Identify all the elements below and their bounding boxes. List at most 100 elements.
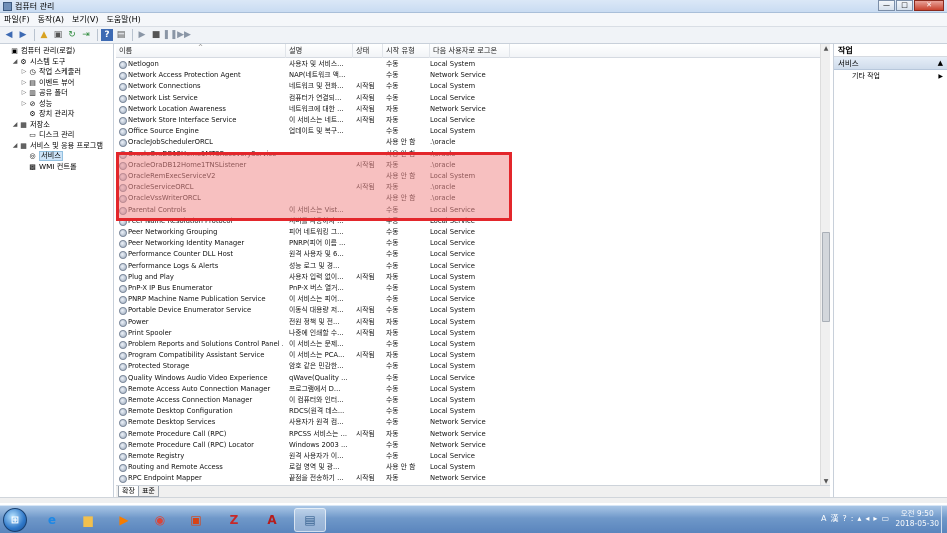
tree-node[interactable]: ◢ ⚙ 시스템 도구 [0,57,113,68]
service-row[interactable]: RPC Endpoint Mapper 끝점을 전송하기 ... 시작됨 자동 Netw… [116,473,816,484]
restart-icon[interactable]: ▶▶ [177,29,191,41]
menu-view[interactable]: 보기(V) [68,13,102,26]
column-log-on-as[interactable]: 다음 사용자로 로그온 [430,44,510,58]
tree-node[interactable]: ▷ ▥ 공유 폴더 [0,88,113,99]
service-row[interactable]: PNRP Machine Name Publication Service 이 서… [116,294,816,305]
service-row[interactable]: Protected Storage 암호 같은 민감한... 수동 Local Sys… [116,361,816,372]
service-row[interactable]: Performance Counter DLL Host 원격 사용자 및 6..… [116,249,816,260]
service-row[interactable]: Performance Logs & Alerts 성능 로그 및 경... 수동 L… [116,261,816,272]
menu-file[interactable]: 파일(F) [0,13,34,26]
scroll-up-icon[interactable]: ▲ [821,44,831,54]
export-icon[interactable]: ⇥ [80,29,92,41]
tree-node[interactable]: ▩ WMI 컨트롤 [0,162,113,173]
tray-icon[interactable]: ▸ [873,514,877,523]
pdf-taskbar-icon[interactable]: A [256,508,288,532]
tree-node[interactable]: ◎ 서비스 [0,151,113,162]
play-icon[interactable]: ▶ [136,29,148,41]
tree-node[interactable]: ▷ ▤ 이벤트 뷰어 [0,78,113,89]
start-button[interactable]: ⊞ [3,508,27,532]
chrome-taskbar-icon[interactable]: ◉ [144,508,176,532]
show-hide-tree-icon[interactable]: ▣ [52,29,64,41]
service-row[interactable]: Remote Access Auto Connection Manager 프로그… [116,384,816,395]
tray-icon[interactable]: ▭ [881,514,889,523]
column-description[interactable]: 설명 [286,44,353,58]
vertical-scrollbar[interactable]: ▲ ▼ [820,44,830,487]
expand-icon[interactable]: ◢ [11,141,19,152]
actions-section-services[interactable]: 서비스 ▲ [834,57,947,70]
up-icon[interactable]: ▲ [38,29,50,41]
service-row[interactable]: PnP-X IP Bus Enumerator PnP-X 버스 열거... 수동 L… [116,283,816,294]
window-titlebar[interactable]: 컴퓨터 관리 — □ ✕ [0,0,947,13]
column-startup-type[interactable]: 시작 유형 [383,44,430,58]
tree-node[interactable]: ▭ 디스크 관리 [0,130,113,141]
tree-node[interactable]: ◢ ▦ 저장소 [0,120,113,131]
collapse-icon[interactable]: ▲ [938,57,943,70]
maximize-button[interactable]: □ [896,0,913,11]
service-row[interactable]: Network Location Awareness 네트워크에 대한 ... 시작… [116,104,816,115]
service-row[interactable]: Peer Networking Identity Manager PNRP(피어 … [116,238,816,249]
tray-icon[interactable]: A [821,514,826,523]
service-row[interactable]: Remote Access Connection Manager 이 컴퓨터와 인… [116,395,816,406]
actions-more[interactable]: 기타 작업 ▶ [834,70,947,83]
service-row[interactable]: Power 전원 정책 및 전... 시작됨 자동 Local System [116,317,816,328]
tray-icon[interactable]: ? [842,514,846,523]
tab-standard[interactable]: 표준 [138,486,159,497]
service-row[interactable]: OracleJobSchedulerORCL 사용 안 함 .\oracle [116,137,816,148]
scrollbar-thumb[interactable] [822,232,830,322]
computer-management-taskbar-icon[interactable]: ▤ [294,508,326,532]
expand-icon[interactable]: ▷ [20,67,28,78]
explorer-taskbar-icon[interactable]: e [36,508,68,532]
app-taskbar-icon[interactable]: ▣ [180,508,212,532]
service-row[interactable]: Routing and Remote Access 로컬 영역 및 광... 사용 … [116,462,816,473]
media-player-taskbar-icon[interactable]: ▶ [108,508,140,532]
service-row[interactable]: Netlogon 사용자 및 서비스... 수동 Local System [116,59,816,70]
filezilla-taskbar-icon[interactable]: Z [218,508,250,532]
tray-icon[interactable]: : [851,514,854,523]
tray-icon[interactable]: ◂ [865,514,869,523]
service-row[interactable]: Quality Windows Audio Video Experience qW… [116,373,816,384]
service-row[interactable]: Remote Registry 원격 사용자가 이... 수동 Local Servi… [116,451,816,462]
forward-icon[interactable]: ▶ [17,29,29,41]
tree-node[interactable]: ▷ ◷ 작업 스케줄러 [0,67,113,78]
stop-icon[interactable]: ■ [150,29,162,41]
service-row[interactable]: Print Spooler 나중에 인쇄할 수... 시작됨 자동 Local Syst… [116,328,816,339]
column-status[interactable]: 상태 [353,44,383,58]
expand-icon[interactable]: ▷ [20,99,28,110]
expand-icon[interactable]: ▷ [20,78,28,89]
menu-action[interactable]: 동작(A) [34,13,68,26]
service-row[interactable]: Network Connections 네트워크 및 전화... 시작됨 수동 Loca… [116,81,816,92]
expand-icon[interactable]: ◢ [11,57,19,68]
service-row[interactable]: Remote Procedure Call (RPC) RPCSS 서비스는 ..… [116,429,816,440]
tree-node[interactable]: ▣ 컴퓨터 관리(로컬) [0,46,113,57]
service-row[interactable]: Office Source Engine 업데이트 및 복구... 수동 Local … [116,126,816,137]
service-row[interactable]: Remote Desktop Services 사용자가 원격 컴... 수동 Net… [116,417,816,428]
pause-icon[interactable]: ❚❚ [162,29,177,41]
close-button[interactable]: ✕ [914,0,944,11]
back-icon[interactable]: ◀ [3,29,15,41]
tray-icon[interactable]: ▴ [857,514,861,523]
service-row[interactable]: Portable Device Enumerator Service 이동식 대용… [116,305,816,316]
refresh-icon[interactable]: ↻ [66,29,78,41]
service-row[interactable]: Network Store Interface Service 이 서비스는 네트… [116,115,816,126]
tree-node[interactable]: ▷ ⊘ 성능 [0,99,113,110]
tray-icon[interactable]: 漢 [830,513,838,524]
tab-extended[interactable]: 확장 [118,486,139,497]
help-icon[interactable]: ? [101,29,113,41]
tree-node[interactable]: ⚙ 장치 관리자 [0,109,113,120]
tree-node[interactable]: ◢ ▦ 서비스 및 응용 프로그램 [0,141,113,152]
expand-icon[interactable]: ◢ [11,120,19,131]
service-row[interactable]: Program Compatibility Assistant Service 이… [116,350,816,361]
service-row[interactable]: Remote Procedure Call (RPC) Locator Windo… [116,440,816,451]
properties-icon[interactable]: ▤ [115,29,127,41]
show-desktop-button[interactable] [941,506,947,533]
service-row[interactable]: Plug and Play 사용자 입력 없이... 시작됨 자동 Local Syst… [116,272,816,283]
service-row[interactable]: Problem Reports and Solutions Control Pa… [116,339,816,350]
clock[interactable]: 오전 9:50 2018-05-30 [895,509,939,529]
service-row[interactable]: Network Access Protection Agent NAP(네트워크 … [116,70,816,81]
expand-icon[interactable]: ▷ [20,88,28,99]
menu-help[interactable]: 도움말(H) [102,13,144,26]
folder-taskbar-icon[interactable]: ▆ [72,508,104,532]
service-row[interactable]: Network List Service 컴퓨터가 연결되... 시작됨 수동 Loca… [116,93,816,104]
service-row[interactable]: Remote Desktop Configuration RDCS(원격 데스..… [116,406,816,417]
service-row[interactable]: Peer Networking Grouping 피어 네트워킹 그... 수동 Lo… [116,227,816,238]
